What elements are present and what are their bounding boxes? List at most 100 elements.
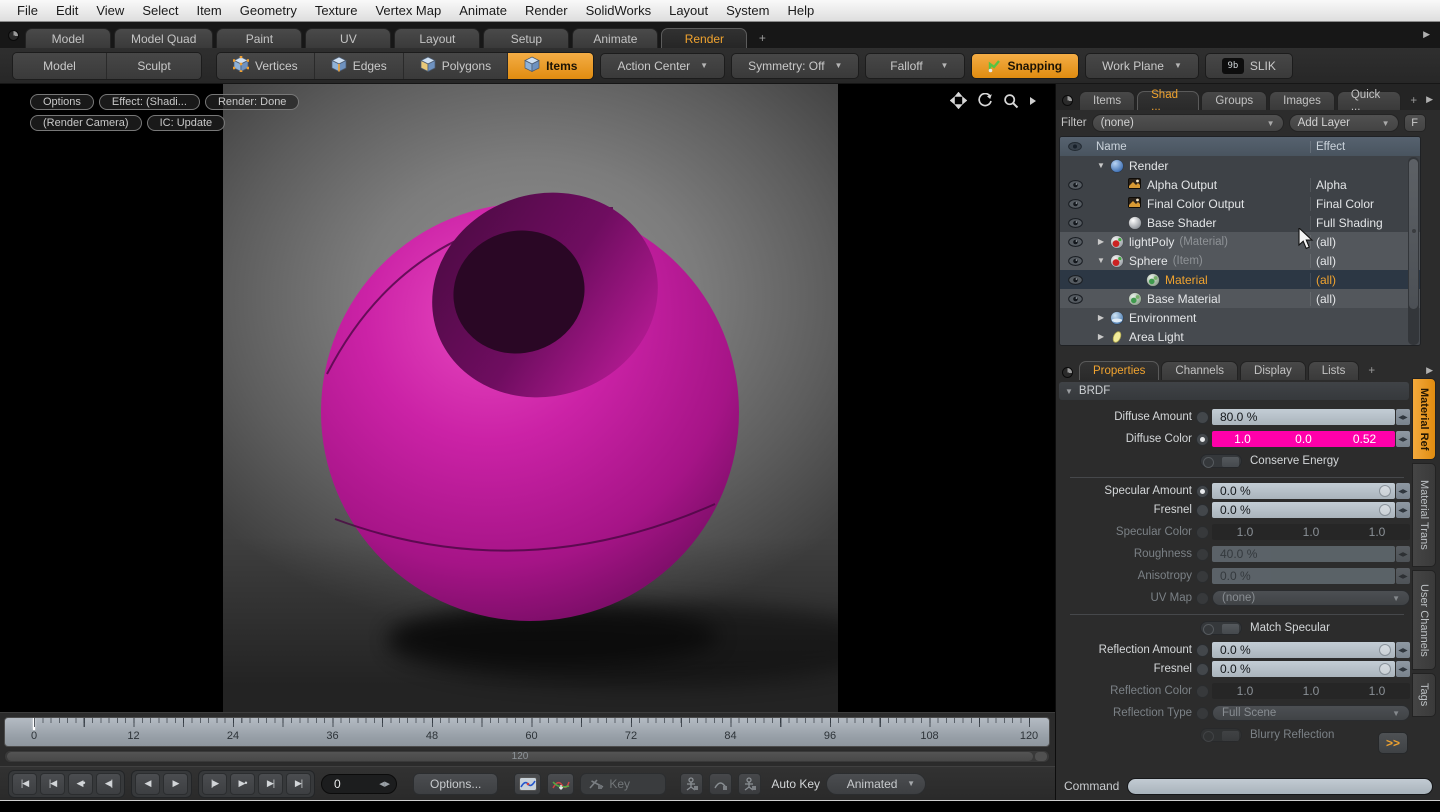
panel-pie-icon[interactable] [1062, 367, 1073, 378]
component-button-vertices[interactable]: Vertices [217, 53, 315, 79]
field-ghost-knob[interactable] [1379, 504, 1391, 516]
channel-knob[interactable] [1196, 663, 1209, 676]
expander-right-icon[interactable]: ▶ [1094, 313, 1108, 322]
add-layer-dropdown[interactable]: Add Layer▼ [1289, 114, 1399, 132]
value-field[interactable]: 40.0 % [1212, 546, 1395, 562]
add-tab-button[interactable]: + [750, 28, 774, 48]
side-tab-material-ref[interactable]: Material Ref [1412, 378, 1436, 460]
eye-toggle[interactable] [1060, 199, 1090, 209]
tab-uv[interactable]: UV [305, 28, 391, 48]
shader-tab-items[interactable]: Items [1079, 91, 1135, 110]
channel-knob[interactable] [1196, 592, 1209, 605]
channel-knob[interactable] [1196, 504, 1209, 517]
triple-value-field[interactable]: 1.01.01.0 [1212, 683, 1410, 699]
tree-row-render[interactable]: ▼Render [1060, 156, 1420, 175]
menu-view[interactable]: View [87, 3, 133, 18]
tree-item-effect[interactable]: (all) [1310, 235, 1420, 249]
eye-toggle[interactable] [1060, 256, 1090, 266]
value-stepper[interactable]: ◀▶ [1396, 546, 1410, 562]
command-input[interactable] [1127, 778, 1433, 795]
menu-animate[interactable]: Animate [450, 3, 516, 18]
options-button[interactable]: Options... [413, 773, 498, 795]
tab-render[interactable]: Render [661, 28, 747, 48]
menu-vertex-map[interactable]: Vertex Map [366, 3, 450, 18]
overlay-render-camera[interactable]: (Render Camera) [30, 115, 142, 131]
tree-item-effect[interactable]: (all) [1310, 273, 1420, 287]
prev-frame-button[interactable]: ◀| [96, 773, 121, 795]
component-button-polygons[interactable]: Polygons [404, 53, 508, 79]
filter-dropdown[interactable]: (none)▼ [1092, 114, 1284, 132]
field-ghost-knob[interactable] [1379, 485, 1391, 497]
tree-row-area-light[interactable]: ▶Area Light [1060, 327, 1420, 346]
prop-tab-channels[interactable]: Channels [1161, 361, 1238, 380]
expander-right-icon[interactable]: ▶ [1094, 237, 1108, 246]
tree-scrollbar[interactable] [1408, 157, 1419, 345]
toggle-match-specular[interactable] [1200, 621, 1242, 635]
tab-layout[interactable]: Layout [394, 28, 480, 48]
value-stepper[interactable]: ◀▶ [1396, 409, 1410, 425]
keying-mode-2-button[interactable] [709, 773, 732, 795]
viewport-expand-icon[interactable] [1029, 96, 1037, 106]
prev-sample-button[interactable]: ◀• [68, 773, 93, 795]
channel-knob[interactable] [1196, 526, 1209, 539]
snapping-button[interactable]: Snapping [971, 53, 1079, 79]
prop-tab-display[interactable]: Display [1240, 361, 1306, 380]
viewport-pan-icon[interactable] [950, 92, 967, 109]
shader-tab-groups[interactable]: Groups [1201, 91, 1267, 110]
expander-right-icon[interactable]: ▶ [1094, 332, 1108, 341]
shader-tab-scroll-icon[interactable]: ▶ [1426, 94, 1439, 110]
side-tab-tags[interactable]: Tags [1412, 673, 1436, 717]
channel-knob[interactable] [1196, 548, 1209, 561]
tab-scroll-right-icon[interactable]: ▶ [1423, 29, 1436, 48]
eye-toggle[interactable] [1060, 237, 1090, 247]
prop-tab-properties[interactable]: Properties [1079, 361, 1159, 380]
go-start-button[interactable]: |◀ [12, 773, 37, 795]
viewport-3d[interactable]: OptionsEffect: (Shadi...Render: Done (Re… [0, 84, 1055, 712]
auto-key-mode-dropdown[interactable]: Animated▼ [826, 773, 926, 795]
prop-add-tab-button[interactable]: + [1361, 361, 1382, 380]
value-field[interactable]: 80.0 % [1212, 409, 1395, 425]
menu-help[interactable]: Help [778, 3, 823, 18]
value-stepper[interactable]: ◀▶ [1396, 502, 1410, 518]
menu-system[interactable]: System [717, 3, 778, 18]
tree-item-effect[interactable]: Final Color [1310, 197, 1420, 211]
value-stepper[interactable]: ◀▶ [1396, 483, 1410, 499]
next-key-button[interactable]: ▶| [258, 773, 283, 795]
keying-mode-3-button[interactable] [738, 773, 761, 795]
menu-edit[interactable]: Edit [47, 3, 87, 18]
side-tab-material-trans[interactable]: Material Trans [1412, 463, 1436, 567]
channel-knob[interactable] [1196, 485, 1209, 498]
viewport-pie-icon[interactable] [8, 30, 19, 41]
tree-row-lightpoly[interactable]: ▶lightPoly(Material)(all) [1060, 232, 1420, 251]
timeline-ruler[interactable]: 01224364860728496108120 [4, 717, 1050, 747]
overlay-options[interactable]: Options [30, 94, 94, 110]
tree-item-effect[interactable]: Full Shading [1310, 216, 1420, 230]
tree-row-material[interactable]: Material(all) [1060, 270, 1420, 289]
color-field[interactable]: 1.00.00.52 [1212, 431, 1395, 447]
eye-toggle[interactable] [1060, 218, 1090, 228]
menu-select[interactable]: Select [133, 3, 187, 18]
toggle-blurry-reflection[interactable] [1200, 728, 1242, 742]
range-cap[interactable] [1035, 752, 1047, 761]
range-thumb[interactable]: 120 [7, 752, 1033, 761]
value-stepper[interactable]: ◀▶ [1396, 661, 1410, 677]
eye-toggle[interactable] [1060, 294, 1090, 304]
panel-pie-icon[interactable] [1062, 95, 1073, 106]
triple-value-field[interactable]: 1.01.01.0 [1212, 524, 1410, 540]
tree-item-effect[interactable]: (all) [1310, 292, 1420, 306]
playhead[interactable] [33, 718, 35, 730]
play-backward-button[interactable]: ◀ [135, 773, 160, 795]
overlay-render-done[interactable]: Render: Done [205, 94, 300, 110]
shader-tab-images[interactable]: Images [1269, 91, 1335, 110]
viewport-zoom-icon[interactable] [1003, 93, 1019, 109]
tab-paint[interactable]: Paint [216, 28, 302, 48]
expander-down-icon[interactable]: ▼ [1094, 256, 1108, 265]
falloff-dropdown[interactable]: Falloff▼ [865, 53, 965, 79]
action-center-dropdown[interactable]: Action Center▼ [600, 53, 725, 79]
shader-tab-quick[interactable]: Quick ... [1337, 91, 1402, 110]
more-properties-button[interactable]: >> [1378, 732, 1408, 754]
tree-row-environment[interactable]: ▶Environment [1060, 308, 1420, 327]
side-tab-user-channels[interactable]: User Channels [1412, 570, 1436, 670]
menu-item[interactable]: Item [187, 3, 230, 18]
dropdown-field[interactable]: (none)▼ [1212, 590, 1410, 606]
